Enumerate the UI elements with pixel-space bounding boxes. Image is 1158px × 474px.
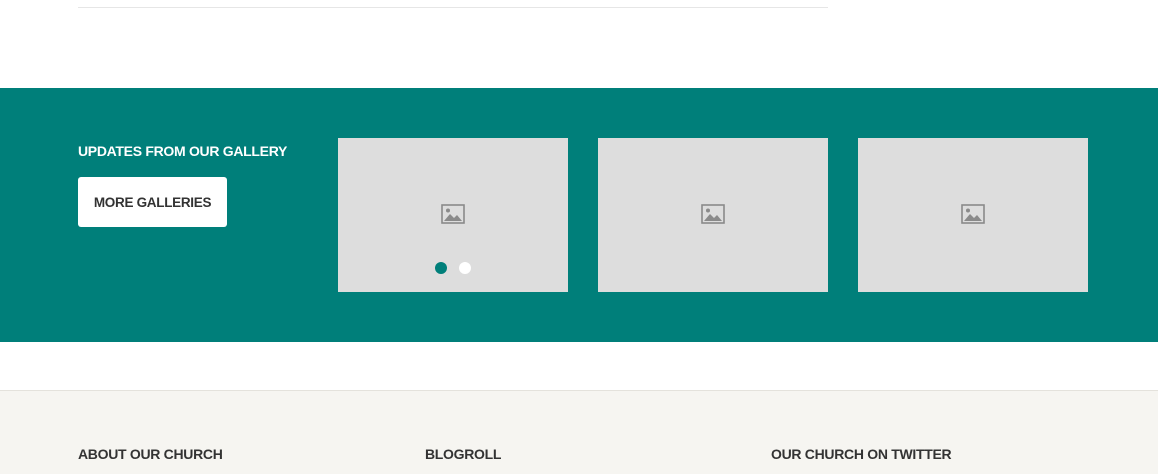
footer-heading-twitter: OUR CHURCH ON TWITTER <box>771 446 952 462</box>
image-placeholder-icon <box>961 204 985 224</box>
content-divider <box>78 7 828 8</box>
gallery-section-title: UPDATES FROM OUR GALLERY <box>78 143 288 159</box>
carousel-dot-active[interactable] <box>435 262 447 274</box>
gallery-thumbnail[interactable] <box>598 138 828 292</box>
footer-heading-about: ABOUT OUR CHURCH <box>78 446 223 462</box>
gallery-thumbnail[interactable] <box>338 138 568 292</box>
image-placeholder-icon <box>441 204 465 224</box>
carousel-pagination <box>435 262 471 274</box>
more-galleries-button[interactable]: MORE GALLERIES <box>78 177 227 227</box>
gallery-section: UPDATES FROM OUR GALLERY MORE GALLERIES <box>0 88 1158 342</box>
gallery-thumbnail[interactable] <box>858 138 1088 292</box>
footer-heading-blogroll: BLOGROLL <box>425 446 502 462</box>
carousel-dot[interactable] <box>459 262 471 274</box>
page: UPDATES FROM OUR GALLERY MORE GALLERIES <box>0 0 1158 474</box>
footer: ABOUT OUR CHURCH BLOGROLL OUR CHURCH ON … <box>0 390 1158 474</box>
image-placeholder-icon <box>701 204 725 224</box>
